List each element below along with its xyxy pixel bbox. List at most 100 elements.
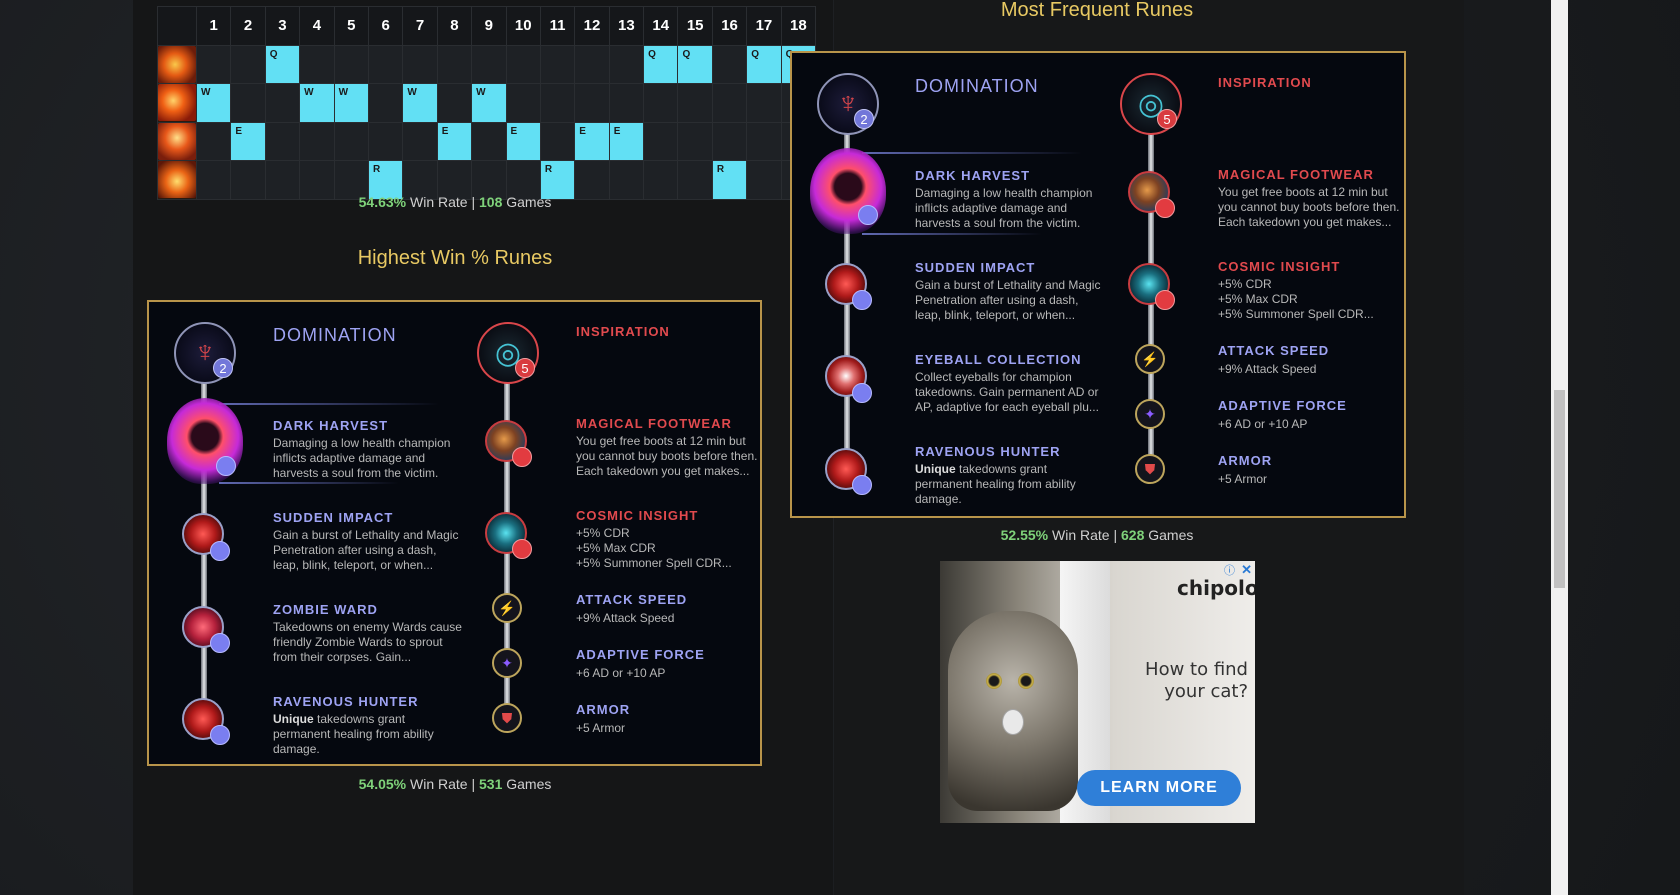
shard-desc-attack-speed: +9% Attack Speed bbox=[576, 611, 675, 625]
shard-desc-attack-speed: +9% Attack Speed bbox=[1218, 362, 1317, 376]
skill-level-empty bbox=[608, 160, 645, 200]
ability-icon-cell bbox=[157, 44, 197, 84]
rune-desc-ravenous-hunter: Unique takedowns grant permanent healing… bbox=[915, 462, 1105, 507]
rune-name-magical-footwear: MAGICAL FOOTWEAR bbox=[1218, 167, 1374, 182]
most-frequent-runes-stats: 52.55% Win Rate | 628 Games bbox=[947, 527, 1247, 543]
scrollbar-thumb[interactable] bbox=[1554, 390, 1565, 588]
armor-shard-icon: ⛊ bbox=[1135, 454, 1165, 484]
skill-level-empty bbox=[746, 121, 782, 161]
most-frequent-rune-page: ♆ 2 DOMINATION DARK HARVEST Damaging a l… bbox=[790, 51, 1406, 518]
level-header: 1 bbox=[195, 6, 232, 46]
adaptive-force-shard-icon: ✦ bbox=[1135, 399, 1165, 429]
rune-desc-cosmic-insight: +5% CDR +5% Max CDR +5% Summoner Spell C… bbox=[576, 526, 766, 571]
skill-level-empty bbox=[367, 44, 404, 84]
table-corner-cell bbox=[157, 6, 197, 46]
rune-name-cosmic-insight: COSMIC INSIGHT bbox=[576, 508, 699, 523]
rune-desc-line: +5% Summoner Spell CDR... bbox=[576, 556, 732, 570]
attack-speed-shard-icon: ⚡ bbox=[492, 593, 522, 623]
skill-level-empty bbox=[711, 83, 748, 123]
skill-level-marker: E bbox=[608, 121, 645, 161]
skill-level-marker: W bbox=[333, 83, 369, 123]
skill-row-w: WWWWW bbox=[157, 83, 817, 123]
skill-level-empty bbox=[230, 160, 266, 200]
selected-dot bbox=[210, 725, 230, 745]
level-header: 11 bbox=[539, 6, 576, 46]
skill-level-empty bbox=[264, 83, 301, 123]
skill-level-empty bbox=[539, 83, 576, 123]
mf-win-rate: 52.55% bbox=[1000, 527, 1049, 543]
hw-win-rate-label: Win Rate | bbox=[406, 776, 479, 792]
keystone-glow-line bbox=[219, 482, 399, 484]
skill-games-count: 108 bbox=[479, 194, 503, 210]
selected-dot bbox=[852, 383, 872, 403]
rune-desc-dark-harvest: Damaging a low health champion inflicts … bbox=[915, 186, 1093, 230]
skill-level-empty bbox=[471, 44, 507, 84]
skill-order-header-row: 1 2 3 4 5 6 7 8 9 10 11 12 13 14 15 16 17 18 bbox=[157, 6, 817, 46]
mf-games-label: Games bbox=[1144, 527, 1194, 543]
skill-level-empty bbox=[643, 83, 679, 123]
rune-desc-magical-footwear: You get free boots at 12 min but you can… bbox=[1218, 185, 1400, 229]
rune-desc-magical-footwear: You get free boots at 12 min but you can… bbox=[576, 434, 758, 478]
rune-desc-line: +5% Max CDR bbox=[576, 541, 656, 555]
level-header: 18 bbox=[780, 6, 817, 46]
ability-r-icon bbox=[158, 161, 196, 199]
skill-level-empty bbox=[402, 44, 438, 84]
skill-level-empty bbox=[195, 160, 232, 200]
skill-level-marker: E bbox=[505, 121, 541, 161]
selected-dot bbox=[1155, 198, 1175, 218]
ad-brand-logo: chipolo bbox=[1177, 576, 1255, 600]
skill-level-empty bbox=[608, 44, 645, 84]
rune-name-zombie-ward: ZOMBIE WARD bbox=[273, 602, 378, 617]
skill-level-marker: R bbox=[711, 160, 748, 200]
keystone-glow-line bbox=[862, 233, 1042, 235]
shard-name-attack-speed: ATTACK SPEED bbox=[576, 592, 688, 607]
rune-desc-sudden-impact: Gain a burst of Lethality and Magic Pene… bbox=[915, 278, 1101, 322]
highest-win-runes-stats: 54.05% Win Rate | 531 Games bbox=[305, 776, 605, 792]
primary-tree-badge: 2 bbox=[213, 358, 233, 378]
mf-win-rate-label: Win Rate | bbox=[1048, 527, 1121, 543]
skill-level-empty bbox=[539, 44, 576, 84]
level-header: 15 bbox=[677, 6, 713, 46]
skill-level-empty bbox=[574, 83, 610, 123]
primary-tree-name: DOMINATION bbox=[915, 76, 1039, 96]
rune-desc-sudden-impact: Gain a burst of Lethality and Magic Pene… bbox=[273, 528, 459, 572]
page-scrollbar[interactable] bbox=[1551, 0, 1568, 895]
skill-level-empty bbox=[608, 83, 645, 123]
advertisement-banner[interactable]: ⓘ ✕ chipolo How to find your cat? LEARN … bbox=[940, 561, 1255, 823]
level-header: 5 bbox=[333, 6, 369, 46]
rune-name-ravenous-hunter: RAVENOUS HUNTER bbox=[915, 444, 1061, 459]
rune-desc-zombie-ward: Takedowns on enemy Wards cause friendly … bbox=[273, 620, 462, 664]
level-header: 3 bbox=[264, 6, 301, 46]
skill-level-empty bbox=[711, 44, 748, 84]
level-header: 2 bbox=[230, 6, 266, 46]
skill-row-e: EEEEE bbox=[157, 121, 817, 161]
shard-name-attack-speed: ATTACK SPEED bbox=[1218, 343, 1330, 358]
shard-name-adaptive-force: ADAPTIVE FORCE bbox=[576, 647, 705, 662]
skill-level-empty bbox=[299, 121, 335, 161]
skill-level-empty bbox=[367, 121, 404, 161]
selected-dot bbox=[210, 541, 230, 561]
skill-level-empty bbox=[230, 83, 266, 123]
rune-desc-line: +5% CDR bbox=[576, 526, 630, 540]
shard-name-armor: ARMOR bbox=[1218, 453, 1273, 468]
selected-dot bbox=[852, 290, 872, 310]
ad-tracker-tag bbox=[1002, 709, 1024, 735]
skill-level-empty bbox=[195, 44, 232, 84]
hw-games-count: 531 bbox=[479, 776, 503, 792]
skill-level-empty bbox=[574, 44, 610, 84]
skill-level-empty bbox=[333, 121, 369, 161]
rune-name-dark-harvest: DARK HARVEST bbox=[273, 418, 389, 433]
skill-level-empty bbox=[402, 121, 438, 161]
skill-order-table: 123456789101112131415161718 QQQQQWWWWWEE… bbox=[157, 6, 817, 200]
shard-desc-adaptive-force: +6 AD or +10 AP bbox=[576, 666, 666, 680]
ad-learn-more-button[interactable]: LEARN MORE bbox=[1077, 770, 1241, 806]
skill-level-empty bbox=[264, 121, 301, 161]
skill-level-empty bbox=[539, 121, 576, 161]
skill-level-empty bbox=[195, 121, 232, 161]
highest-win-rune-page: ♆ 2 DOMINATION DARK HARVEST Damaging a l… bbox=[147, 300, 762, 766]
rune-desc-bold: Unique bbox=[273, 712, 314, 726]
selected-dot bbox=[210, 633, 230, 653]
skill-level-marker: W bbox=[195, 83, 232, 123]
rune-name-sudden-impact: SUDDEN IMPACT bbox=[273, 510, 394, 525]
highest-win-runes-title: Highest Win % Runes bbox=[357, 247, 553, 269]
